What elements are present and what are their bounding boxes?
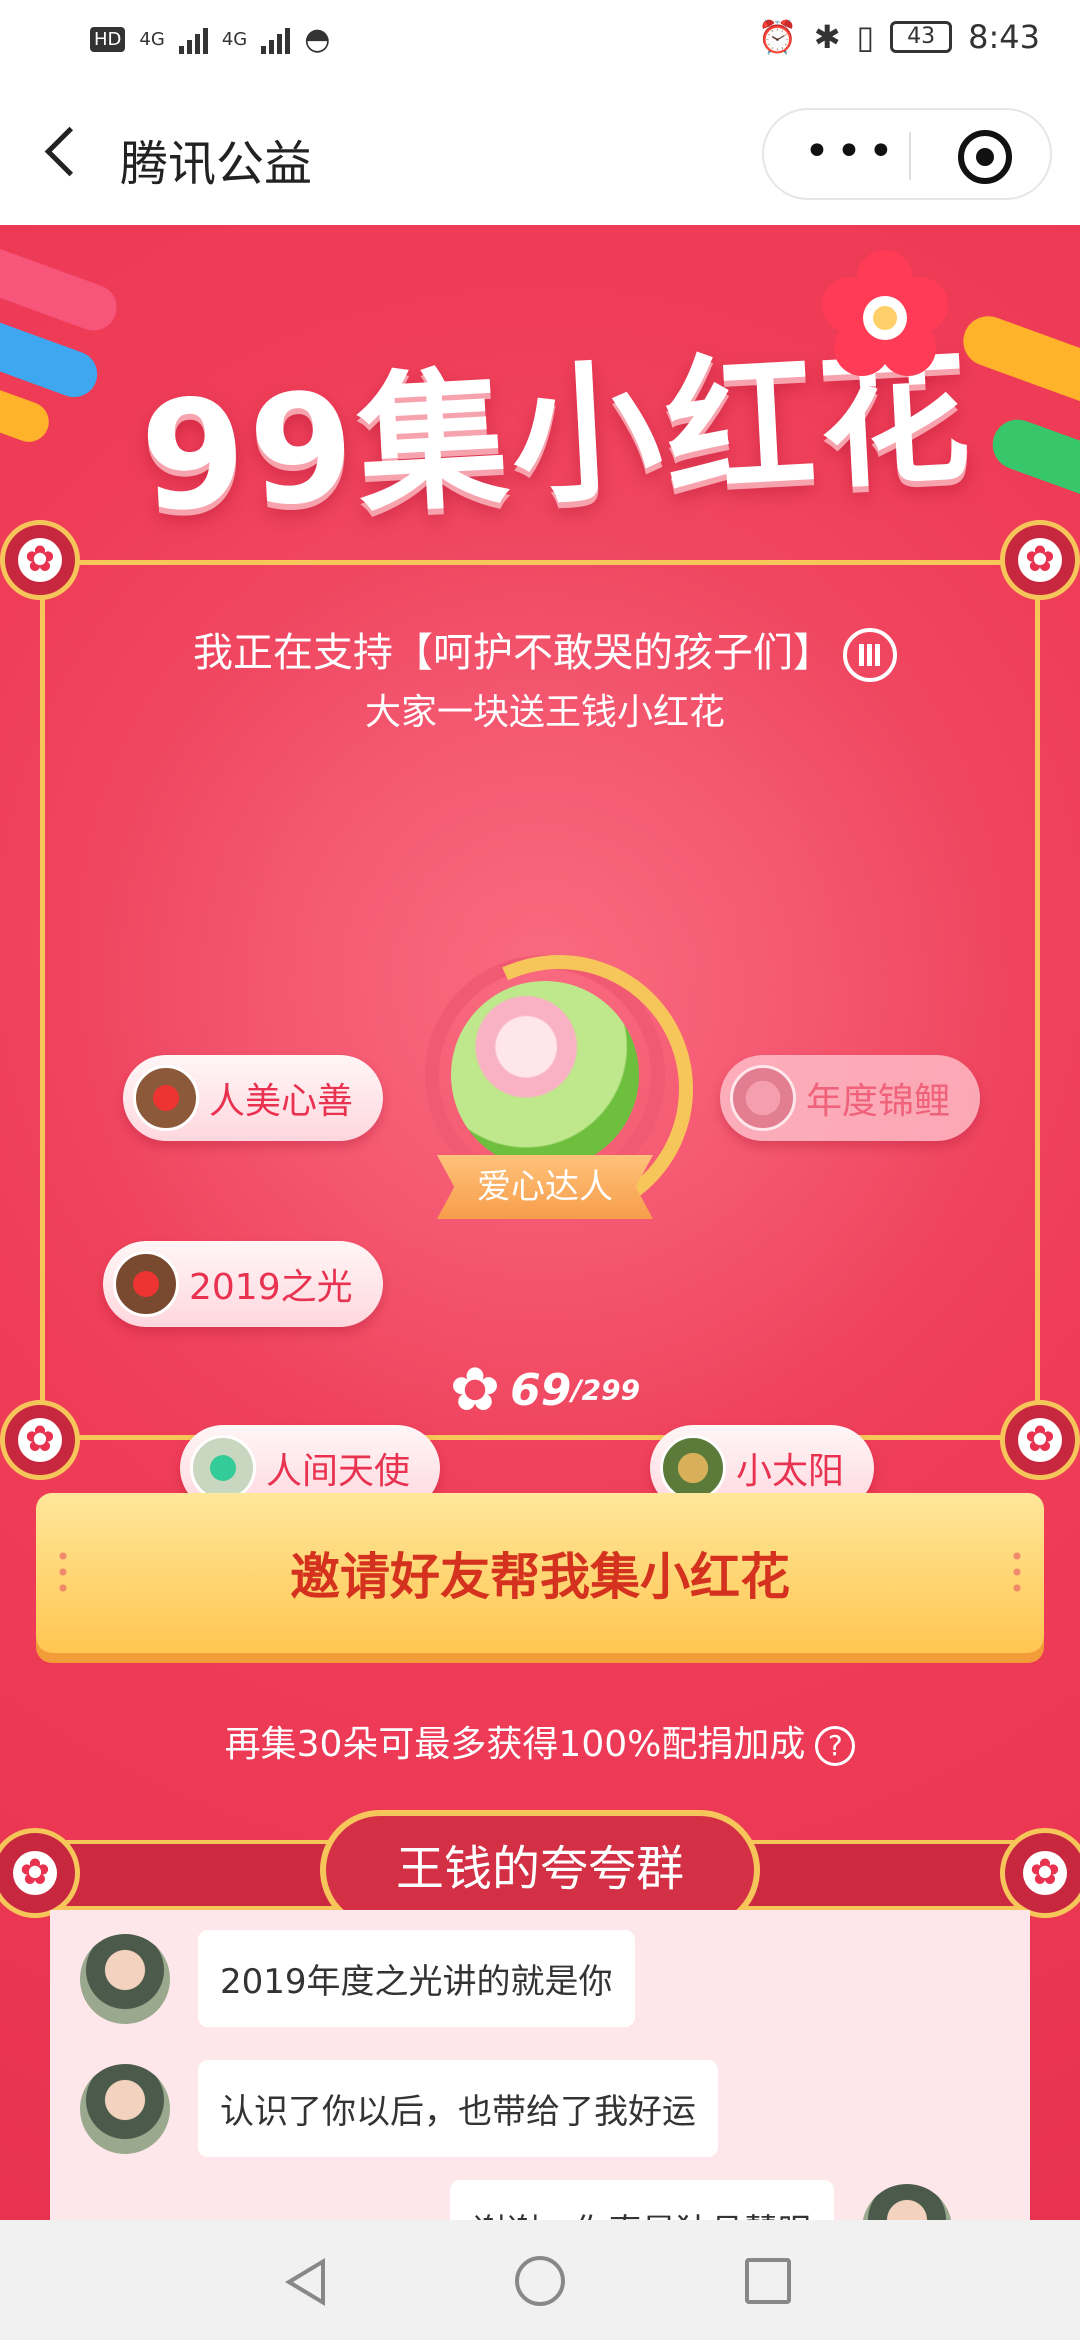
tag-label: 2019之光 — [189, 1267, 353, 1308]
count-value: 69 — [510, 1364, 572, 1416]
back-button[interactable] — [40, 128, 80, 178]
center-badge: 爱心达人 — [437, 1155, 653, 1219]
chat-list: 2019年度之光讲的就是你 认识了你以后，也带给了我好运 谢谢，你真是独具慧眼 — [50, 1910, 1030, 2220]
tag-2019[interactable]: 2019之光 — [103, 1241, 383, 1327]
flower-count: ✿ 69/299 — [45, 1355, 1045, 1425]
avatar — [660, 1435, 726, 1501]
corner-flower-icon: ✿ — [0, 520, 80, 600]
decor-dots — [58, 1548, 68, 1598]
miniprogram-capsule: ••• — [762, 108, 1052, 200]
battery-icon: 43 — [890, 21, 953, 53]
tag-label: 小太阳 — [736, 1451, 845, 1492]
vibrate-icon: ▯ — [856, 18, 875, 56]
nav-home-icon[interactable] — [515, 2256, 565, 2306]
flower-icon: ✿ — [449, 1355, 501, 1425]
chat-bubble: 谢谢，你真是独具慧眼 — [450, 2180, 834, 2220]
hd-indicator: HD — [90, 27, 126, 52]
tag-label: 年度锦鲤 — [806, 1081, 951, 1122]
network-label-2: 4G — [221, 29, 248, 50]
chat-message: 认识了你以后，也带给了我好运 — [80, 2060, 718, 2157]
tag-renmei[interactable]: 人美心善 — [123, 1055, 384, 1141]
card-subtitle: 大家一块送王钱小红花 — [364, 692, 725, 733]
decor-dots — [1012, 1548, 1022, 1598]
chat-message: 谢谢，你真是独具慧眼 — [450, 2180, 952, 2220]
title-bar: 腾讯公益 ••• — [0, 80, 1080, 225]
avatar — [862, 2183, 952, 2220]
invite-label: 邀请好友帮我集小红花 — [290, 1548, 790, 1606]
corner-flower-icon: ✿ — [1000, 1828, 1080, 1918]
avatar — [113, 1251, 179, 1317]
decor-stripe — [0, 239, 124, 337]
chat-bubble: 认识了你以后，也带给了我好运 — [198, 2060, 718, 2157]
corner-flower-icon: ✿ — [1000, 520, 1080, 600]
stats-icon[interactable] — [843, 628, 897, 682]
close-miniprogram-button[interactable] — [958, 130, 1012, 184]
alarm-icon: ⏰ — [757, 18, 798, 56]
chat-message: 2019年度之光讲的就是你 — [80, 1930, 635, 2027]
signal-icon — [261, 26, 291, 54]
page-title: 腾讯公益 — [120, 136, 313, 192]
bonus-tip-text: 再集30朵可最多获得100%配捐加成 — [224, 1724, 806, 1765]
nav-recent-icon[interactable] — [745, 2258, 791, 2304]
invite-button[interactable]: 邀请好友帮我集小红花 — [36, 1493, 1044, 1653]
system-nav-bar — [0, 2220, 1080, 2340]
avatar — [190, 1435, 256, 1501]
status-bar: HD 4G 4G ◓ ⏰ ✱ ▯ 43 8:43 — [0, 0, 1080, 80]
bluetooth-icon: ✱ — [813, 18, 841, 56]
qq-icon: ◓ — [304, 22, 331, 57]
nav-back-icon[interactable] — [285, 2258, 325, 2306]
avatar — [80, 2063, 170, 2154]
tag-label: 人美心善 — [209, 1081, 354, 1122]
signal-icon — [178, 26, 208, 54]
support-card: ✿ ✿ ✿ ✿ 我正在支持【呵护不敢哭的孩子们】 大家一块送王钱小红花 人美心善… — [0, 520, 1080, 1511]
more-menu-button[interactable]: ••• — [804, 130, 900, 174]
flower-icon — [820, 250, 950, 380]
card-title-text: 我正在支持【呵护不敢哭的孩子们】 — [193, 630, 833, 676]
avatar — [133, 1065, 199, 1131]
capsule-divider — [909, 132, 911, 180]
tag-label: 人间天使 — [266, 1451, 411, 1492]
network-label-1: 4G — [139, 29, 165, 50]
chat-bubble: 2019年度之光讲的就是你 — [198, 1930, 635, 2027]
clock: 8:43 — [968, 18, 1040, 56]
avatar — [730, 1065, 796, 1131]
decor-stripe — [956, 309, 1080, 411]
main-page: 99集小红花 ✿ ✿ ✿ ✿ 我正在支持【呵护不敢哭的孩子们】 大家一块送王钱小… — [0, 225, 1080, 2220]
tag-niandu[interactable]: 年度锦鲤 — [720, 1055, 981, 1141]
avatar — [80, 1933, 170, 2024]
help-icon[interactable]: ? — [815, 1726, 856, 1766]
card-title: 我正在支持【呵护不敢哭的孩子们】 — [45, 620, 1045, 682]
decor-stripe — [0, 382, 55, 448]
count-total: /299 — [571, 1373, 641, 1407]
decor-stripe — [985, 412, 1080, 508]
corner-flower-icon: ✿ — [0, 1828, 80, 1918]
user-photo[interactable] — [451, 981, 639, 1169]
bonus-tip: 再集30朵可最多获得100%配捐加成? — [0, 1715, 1080, 1767]
